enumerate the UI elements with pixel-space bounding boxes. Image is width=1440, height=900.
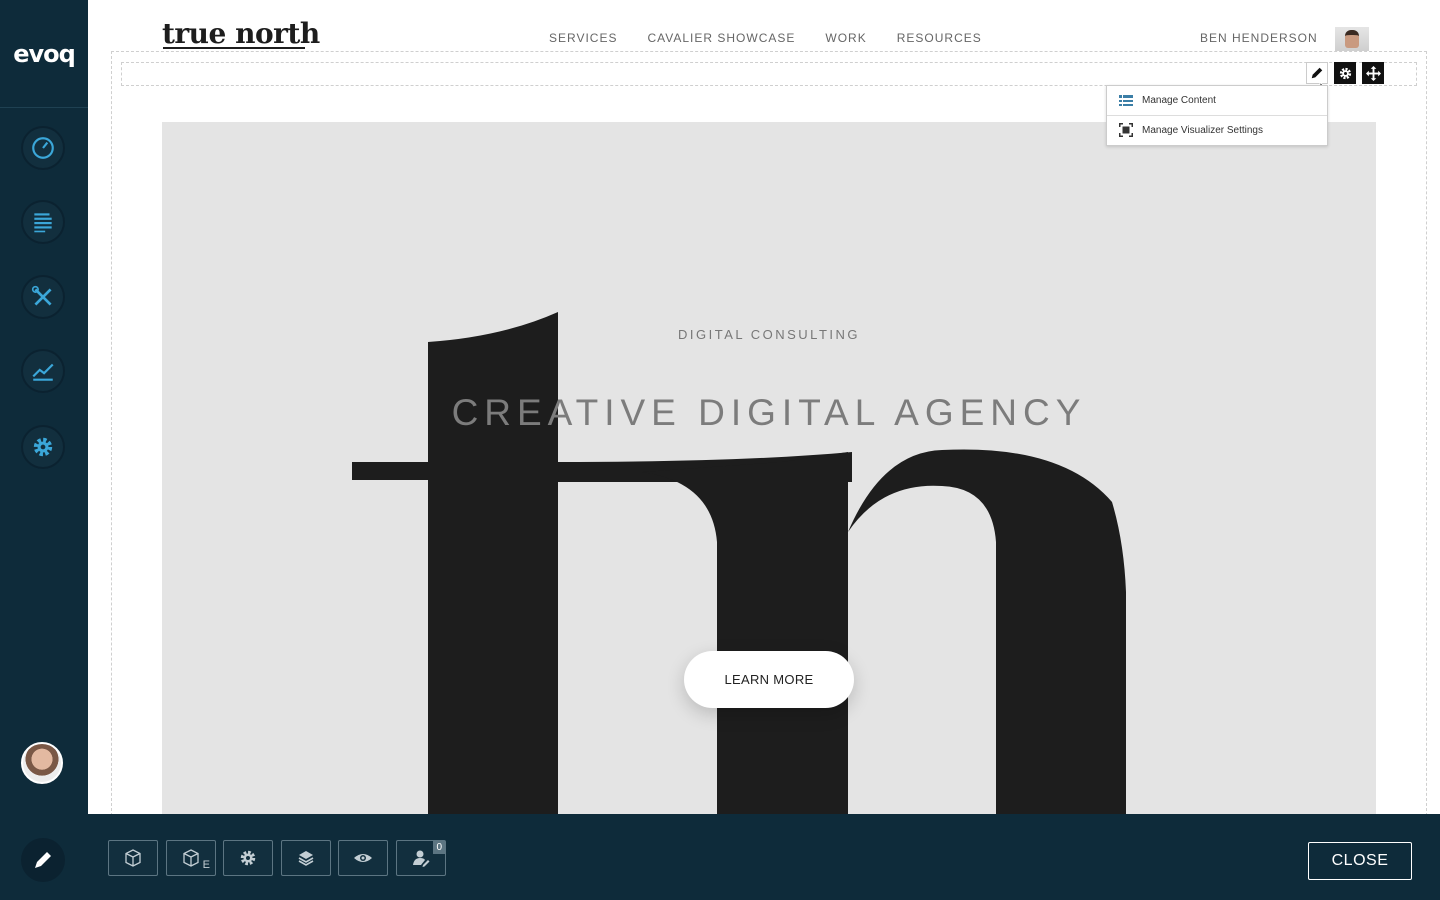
speedometer-icon xyxy=(32,137,54,159)
pencil-icon xyxy=(35,852,51,868)
module-actions-menu: Manage Content Manage Visualizer Setting… xyxy=(1106,85,1328,146)
module-outline xyxy=(121,62,1417,86)
users-count-badge: 0 xyxy=(433,841,445,854)
menu-item-label: Manage Content xyxy=(1142,95,1216,106)
users-button[interactable]: 0 xyxy=(396,840,446,876)
user-edit-icon xyxy=(413,850,430,867)
visualizer-settings-icon xyxy=(1119,123,1133,137)
nav-item-resources[interactable]: RESOURCES xyxy=(897,31,982,45)
cube-icon xyxy=(183,849,199,867)
site-logo-underline xyxy=(163,47,305,49)
user-avatar[interactable] xyxy=(21,742,63,784)
add-existing-module-button[interactable]: E xyxy=(166,840,216,876)
nav-item-services[interactable]: SERVICES xyxy=(549,31,617,45)
persona-dashboard-button[interactable] xyxy=(21,126,65,170)
nav-item-cavalier-showcase[interactable]: CAVALIER SHOWCASE xyxy=(647,31,795,45)
persona-analytics-button[interactable] xyxy=(21,349,65,393)
site-logo[interactable]: true north xyxy=(162,17,320,50)
manage-content-icon xyxy=(1119,94,1133,106)
module-move-button[interactable] xyxy=(1362,62,1384,84)
close-edit-mode-button[interactable]: CLOSE xyxy=(1308,842,1412,880)
eye-icon xyxy=(354,854,372,862)
avatar-face xyxy=(1345,30,1359,48)
page-layers-button[interactable] xyxy=(281,840,331,876)
menu-item-manage-content[interactable]: Manage Content xyxy=(1107,86,1327,115)
edit-mode-button[interactable] xyxy=(21,838,65,882)
hero-banner: DIGITAL CONSULTING CREATIVE DIGITAL AGEN… xyxy=(162,122,1376,814)
pencil-icon xyxy=(1311,67,1323,79)
line-chart-icon xyxy=(32,363,54,381)
add-module-button[interactable] xyxy=(108,840,158,876)
edit-bar: E 0 CLOSE xyxy=(88,814,1440,900)
existing-suffix: E xyxy=(202,859,210,871)
gear-icon xyxy=(1339,67,1351,79)
content-list-icon xyxy=(34,213,52,233)
hero-eyebrow: DIGITAL CONSULTING xyxy=(678,327,860,342)
header-avatar[interactable] xyxy=(1335,27,1369,51)
preview-button[interactable] xyxy=(338,840,388,876)
site-nav: SERVICES CAVALIER SHOWCASE WORK RESOURCE… xyxy=(549,31,982,45)
user-name-link[interactable]: BEN HENDERSON xyxy=(1200,31,1318,45)
hero-title: CREATIVE DIGITAL AGENCY xyxy=(451,392,1087,433)
module-settings-button[interactable] xyxy=(1334,62,1356,84)
tools-icon xyxy=(31,285,52,306)
persona-bar: evoq xyxy=(0,0,88,900)
hero-tn-graphic xyxy=(352,312,1126,814)
menu-item-label: Manage Visualizer Settings xyxy=(1142,124,1263,136)
persona-manage-button[interactable] xyxy=(21,275,65,319)
gear-icon xyxy=(33,437,53,457)
persona-settings-button[interactable] xyxy=(21,425,65,469)
page-settings-button[interactable] xyxy=(223,840,273,876)
gear-icon xyxy=(240,850,256,866)
learn-more-button[interactable]: LEARN MORE xyxy=(684,651,854,708)
move-arrows-icon xyxy=(1365,65,1381,81)
evoq-logo-text: evoq xyxy=(13,39,76,68)
cube-icon xyxy=(125,849,141,867)
persona-content-button[interactable] xyxy=(21,200,65,244)
evoq-logo[interactable]: evoq xyxy=(0,0,88,108)
menu-item-manage-visualizer-settings[interactable]: Manage Visualizer Settings xyxy=(1107,115,1327,144)
layers-icon xyxy=(298,851,314,866)
nav-item-work[interactable]: WORK xyxy=(825,31,866,45)
